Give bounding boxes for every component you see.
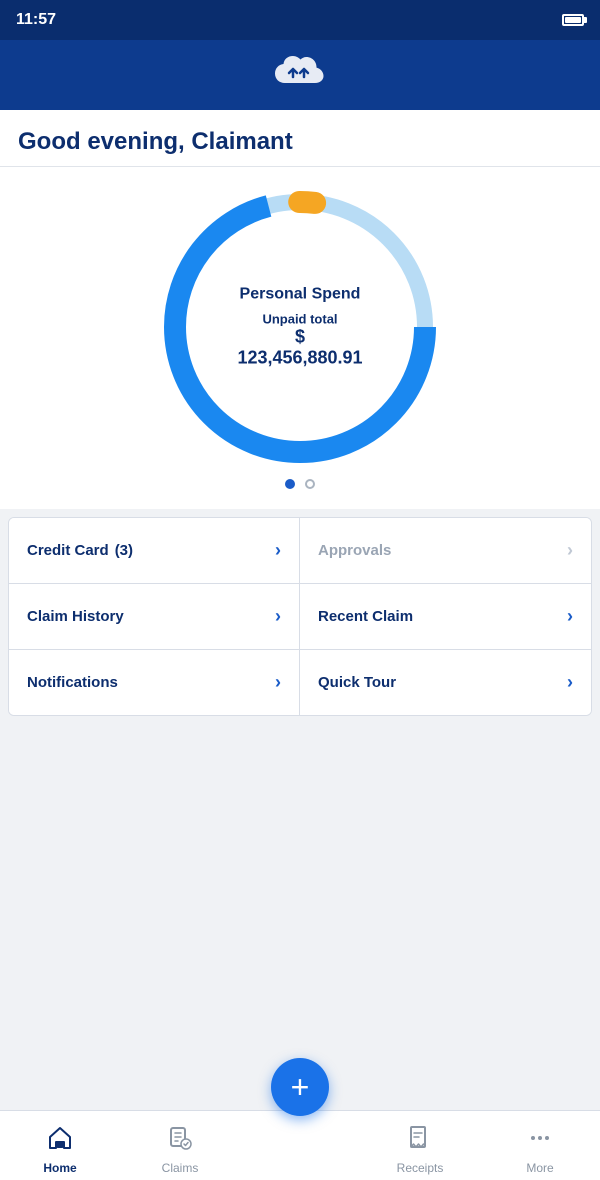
- battery-icon: [562, 14, 584, 26]
- claim-history-label: Claim History: [27, 608, 124, 625]
- chart-sublabel: Unpaid total: [230, 312, 370, 327]
- nav-label-home: Home: [43, 1161, 76, 1175]
- donut-chart: Personal Spend Unpaid total $ 123,456,88…: [160, 187, 440, 467]
- nav-label-claims: Claims: [162, 1161, 199, 1175]
- status-time: 11:57: [16, 11, 56, 29]
- nav-fab-spacer: [240, 1142, 360, 1150]
- quick-tour-chevron: ›: [567, 672, 573, 693]
- recent-claim-label: Recent Claim: [318, 608, 413, 625]
- menu-grid: Credit Card (3) › Approvals › Claim Hist…: [8, 517, 592, 716]
- chart-label: Personal Spend: [230, 286, 370, 304]
- nav-item-receipts[interactable]: Receipts: [360, 1117, 480, 1175]
- approvals-chevron: ›: [567, 540, 573, 561]
- nav-item-more[interactable]: More: [480, 1117, 600, 1175]
- greeting-text: Good evening, Claimant: [18, 128, 293, 155]
- nav-label-receipts: Receipts: [397, 1161, 444, 1175]
- menu-item-quick-tour[interactable]: Quick Tour ›: [300, 650, 591, 715]
- dot-1[interactable]: [285, 479, 295, 489]
- donut-center: Personal Spend Unpaid total $ 123,456,88…: [230, 286, 370, 369]
- greeting-section: Good evening, Claimant: [0, 110, 600, 167]
- fab-plus-icon: +: [291, 1071, 310, 1103]
- dot-2[interactable]: [305, 479, 315, 489]
- chart-section: Personal Spend Unpaid total $ 123,456,88…: [0, 167, 600, 509]
- bottom-nav: Home Claims Receipts: [0, 1110, 600, 1180]
- credit-card-badge: (3): [115, 542, 133, 559]
- more-icon: [527, 1125, 553, 1157]
- receipts-icon: [407, 1125, 433, 1157]
- nav-item-home[interactable]: Home: [0, 1117, 120, 1175]
- home-icon: [47, 1125, 73, 1157]
- nav-label-more: More: [526, 1161, 553, 1175]
- fab-button[interactable]: +: [271, 1058, 329, 1116]
- credit-card-chevron: ›: [275, 540, 281, 561]
- nav-item-claims[interactable]: Claims: [120, 1117, 240, 1175]
- recent-claim-chevron: ›: [567, 606, 573, 627]
- pagination-dots: [285, 479, 315, 489]
- app-header: [0, 40, 600, 110]
- approvals-label: Approvals: [318, 542, 391, 559]
- notifications-chevron: ›: [275, 672, 281, 693]
- menu-item-notifications[interactable]: Notifications ›: [9, 650, 300, 715]
- credit-card-label: Credit Card: [27, 542, 109, 559]
- quick-tour-label: Quick Tour: [318, 674, 396, 691]
- claim-history-chevron: ›: [275, 606, 281, 627]
- claims-icon: [167, 1125, 193, 1157]
- menu-item-approvals[interactable]: Approvals ›: [300, 518, 591, 584]
- menu-item-credit-card[interactable]: Credit Card (3) ›: [9, 518, 300, 584]
- chart-amount: $ 123,456,880.91: [230, 327, 370, 369]
- notifications-label: Notifications: [27, 674, 118, 691]
- menu-item-recent-claim[interactable]: Recent Claim ›: [300, 584, 591, 650]
- app-logo: [273, 55, 327, 96]
- menu-item-claim-history[interactable]: Claim History ›: [9, 584, 300, 650]
- status-bar: 11:57: [0, 0, 600, 40]
